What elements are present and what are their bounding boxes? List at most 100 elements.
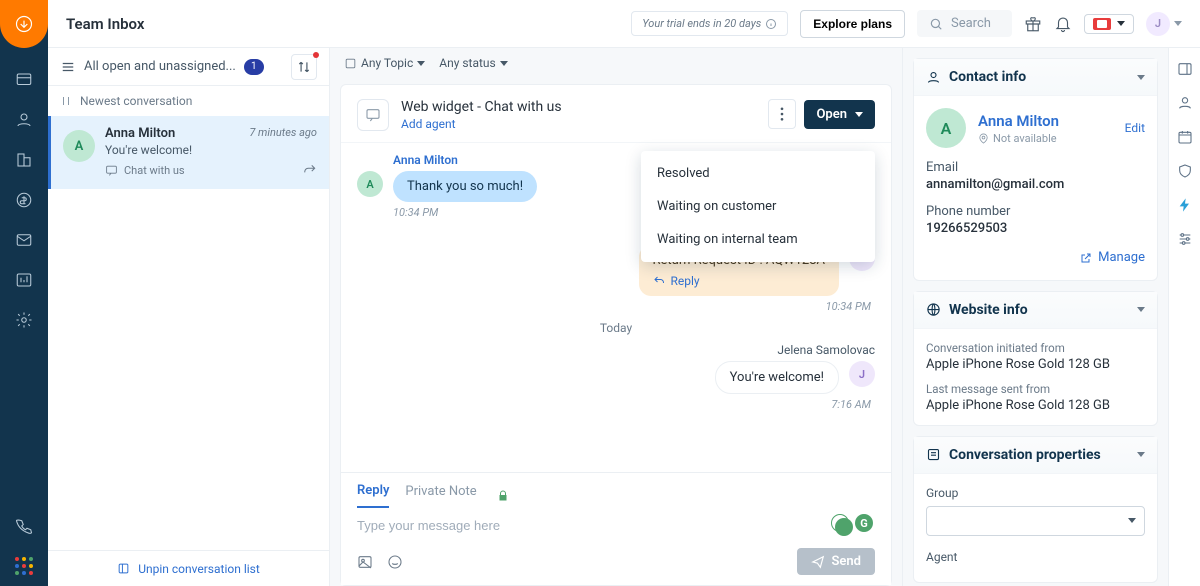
collapse-icon[interactable] bbox=[1176, 60, 1194, 78]
sort-row[interactable]: Newest conversation bbox=[48, 86, 329, 116]
filter-badge: 1 bbox=[244, 59, 264, 75]
send-label: Send bbox=[831, 554, 861, 569]
status-option-resolved[interactable]: Resolved bbox=[641, 157, 875, 190]
nav-phone-icon[interactable] bbox=[11, 513, 37, 539]
website-info-card: Website info Conversation initiated from… bbox=[913, 291, 1158, 426]
kebab-icon bbox=[780, 107, 784, 121]
context-rail bbox=[1168, 48, 1200, 586]
conversation-preview: You're welcome! bbox=[105, 143, 317, 157]
initiated-value: Apple iPhone Rose Gold 128 GB bbox=[926, 357, 1145, 372]
bell-icon[interactable] bbox=[1054, 15, 1072, 33]
day-divider: Today bbox=[357, 321, 875, 335]
conversation-filter[interactable]: All open and unassigned... 1 bbox=[48, 48, 329, 86]
contact-name-link[interactable]: Anna Milton bbox=[978, 112, 1059, 130]
tab-reply[interactable]: Reply bbox=[357, 483, 389, 508]
add-agent-link[interactable]: Add agent bbox=[401, 117, 456, 131]
nav-contacts-icon[interactable] bbox=[11, 107, 37, 133]
nav-deals-icon[interactable] bbox=[11, 187, 37, 213]
contact-avatar: A bbox=[63, 130, 95, 162]
topic-filter[interactable]: Any Topic bbox=[344, 56, 425, 70]
reply-link[interactable]: Reply bbox=[653, 274, 826, 288]
calendar-tab-icon[interactable] bbox=[1176, 128, 1194, 146]
chat-icon bbox=[105, 164, 118, 177]
status-dropdown: Resolved Waiting on customer Waiting on … bbox=[641, 151, 875, 262]
more-actions-button[interactable] bbox=[768, 99, 796, 129]
announcements-button[interactable] bbox=[1084, 14, 1134, 34]
grammarly-badge-icon[interactable]: G bbox=[855, 514, 873, 532]
user-menu[interactable]: J bbox=[1146, 12, 1182, 36]
sliders-tab-icon[interactable] bbox=[1176, 230, 1194, 248]
group-select[interactable] bbox=[926, 506, 1145, 536]
inspector-panel: Contact info A Anna Milton Not available bbox=[903, 48, 1168, 586]
status-filter[interactable]: Any status bbox=[439, 56, 508, 70]
message-input[interactable] bbox=[357, 518, 875, 533]
trial-banner: Your trial ends in 20 days bbox=[631, 11, 788, 36]
edit-contact-link[interactable]: Edit bbox=[1125, 121, 1145, 135]
chevron-down-icon bbox=[1137, 452, 1145, 457]
sender-avatar: J bbox=[849, 361, 875, 387]
person-icon bbox=[926, 70, 941, 85]
bolt-tab-icon[interactable] bbox=[1176, 196, 1194, 214]
nav-apps-icon[interactable] bbox=[11, 553, 37, 579]
chevron-down-icon bbox=[1128, 518, 1136, 523]
nav-dashboard-icon[interactable] bbox=[11, 67, 37, 93]
brand-logo[interactable] bbox=[0, 0, 48, 48]
last-sent-label: Last message sent from bbox=[926, 382, 1145, 396]
reply-label: Reply bbox=[671, 274, 700, 288]
secondary-filters: Any Topic Any status bbox=[330, 48, 902, 78]
gift-icon[interactable] bbox=[1024, 15, 1042, 33]
topic-label: Any Topic bbox=[361, 56, 413, 70]
sort-arrows-icon bbox=[60, 95, 72, 107]
chevron-down-icon bbox=[1137, 307, 1145, 312]
tab-private-note[interactable]: Private Note bbox=[405, 484, 476, 507]
nav-settings-icon[interactable] bbox=[11, 307, 37, 333]
explore-plans-button[interactable]: Explore plans bbox=[800, 10, 905, 38]
search-icon bbox=[929, 17, 943, 31]
last-sent-value: Apple iPhone Rose Gold 128 GB bbox=[926, 398, 1145, 413]
manage-contact-link[interactable]: Manage bbox=[1080, 250, 1145, 265]
nav-accounts-icon[interactable] bbox=[11, 147, 37, 173]
conv-props-header[interactable]: Conversation properties bbox=[914, 437, 1157, 474]
message-time: 7:16 AM bbox=[357, 398, 871, 411]
conversation-item[interactable]: A Anna Milton 7 minutes ago You're welco… bbox=[48, 116, 329, 189]
agent-label: Agent bbox=[926, 550, 1145, 564]
contact-tab-icon[interactable] bbox=[1176, 94, 1194, 112]
topic-icon bbox=[344, 57, 357, 70]
flag-icon bbox=[1093, 18, 1111, 30]
conversation-properties-card: Conversation properties Group Agent bbox=[913, 436, 1158, 583]
chevron-down-icon bbox=[417, 61, 425, 66]
contact-availability: Not available bbox=[978, 132, 1059, 145]
grammarly-icon[interactable] bbox=[831, 514, 849, 532]
info-icon bbox=[765, 18, 777, 30]
status-option-waiting-team[interactable]: Waiting on internal team bbox=[641, 223, 875, 256]
composer: Reply Private Note G bbox=[341, 472, 891, 585]
phone-value: 19266529503 bbox=[926, 221, 1145, 236]
group-label: Group bbox=[926, 486, 1145, 500]
lock-icon bbox=[497, 489, 509, 503]
send-button[interactable]: Send bbox=[797, 548, 875, 575]
sort-button[interactable] bbox=[291, 54, 317, 80]
contact-avatar: A bbox=[926, 108, 966, 148]
shield-tab-icon[interactable] bbox=[1176, 162, 1194, 180]
chevron-down-icon bbox=[855, 112, 863, 117]
unpin-button[interactable]: Unpin conversation list bbox=[48, 550, 329, 586]
conversation-header: Web widget - Chat with us Add agent Open bbox=[341, 85, 891, 143]
sort-icon bbox=[297, 60, 311, 74]
website-info-header[interactable]: Website info bbox=[914, 292, 1157, 329]
status-option-waiting-customer[interactable]: Waiting on customer bbox=[641, 190, 875, 223]
global-search[interactable]: Search bbox=[917, 10, 1012, 37]
external-link-icon bbox=[1080, 252, 1092, 264]
contact-info-title: Contact info bbox=[949, 69, 1026, 85]
emoji-icon[interactable] bbox=[387, 554, 403, 570]
nav-inbox-icon[interactable] bbox=[11, 227, 37, 253]
trial-text: Your trial ends in 20 days bbox=[642, 17, 761, 30]
chevron-down-icon bbox=[500, 61, 508, 66]
nav-reports-icon[interactable] bbox=[11, 267, 37, 293]
page-title: Team Inbox bbox=[66, 15, 144, 33]
contact-info-header[interactable]: Contact info bbox=[914, 59, 1157, 96]
website-info-title: Website info bbox=[949, 302, 1028, 318]
image-icon[interactable] bbox=[357, 554, 373, 570]
conversation-title: Web widget - Chat with us bbox=[401, 99, 562, 115]
status-open-button[interactable]: Open bbox=[804, 100, 875, 129]
chevron-down-icon bbox=[1174, 21, 1182, 26]
